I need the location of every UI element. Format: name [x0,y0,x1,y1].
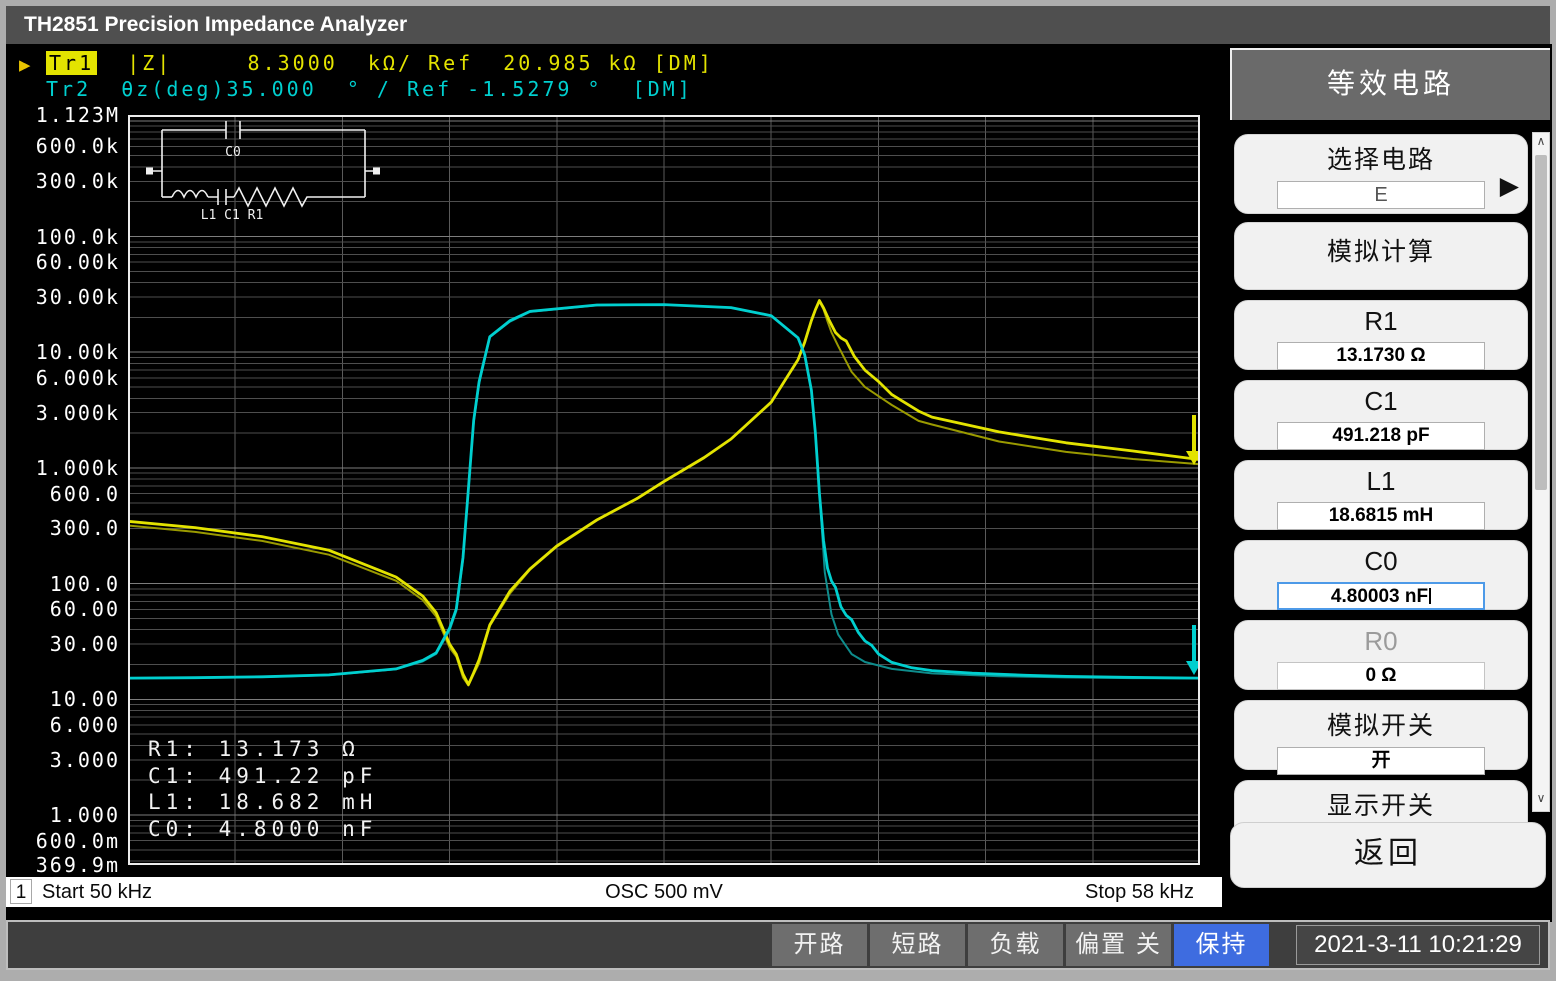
softkey-sidebar: 等效电路 选择电路 E ▶ 模拟计算 R1 13.1730 Ω C1 491.2… [1222,44,1552,922]
fit-result-c0: C0: 4.8000 nF [148,817,378,841]
circuit-terminal-right [373,167,380,175]
open-correction-button[interactable]: 开路 [772,924,867,966]
trace1-values: |Z| 8.3000 kΩ/ Ref 20.985 kΩ [DM] [97,51,714,75]
scrollbar-thumb[interactable] [1535,155,1547,490]
plot-area: C0 L1 C1 R1 R1: 13.173 Ω C1: 491.22 pF L… [128,115,1200,865]
y-axis-tick-label: 100.0 [49,571,120,596]
osc-level-label: OSC 500 mV [605,881,723,903]
circuit-c0-label: C0 [225,145,241,160]
y-axis-tick-label: 100.0k [35,224,120,249]
r0-value-field[interactable]: 0 Ω [1277,662,1485,690]
display-switch-label: 显示开关 [1326,792,1435,820]
y-axis-tick-label: 369.9m [35,853,120,877]
trace2-readout[interactable]: Tr2 θz(deg)35.000 ° / Ref -1.5279 ° [DM] [46,76,693,102]
clock-display: 2021-3-11 10:21:29 [1296,925,1540,965]
submenu-arrow-icon: ▶ [1499,172,1519,200]
l1-button[interactable]: L1 18.6815 mH [1234,460,1528,530]
channel-tab[interactable]: 1 [10,879,32,904]
display-area: ▶ Tr1 |Z| 8.3000 kΩ/ Ref 20.985 kΩ [DM] … [6,44,1222,922]
r0-button[interactable]: R0 0 Ω [1234,620,1528,690]
tr2-ref-arrowhead-icon [1186,661,1200,675]
simulate-switch-value[interactable]: 开 [1277,747,1485,775]
sidebar-scrollbar[interactable]: ∧ ∨ [1532,132,1550,812]
y-axis-tick-label: 6.000 [49,712,120,737]
text-caret [1429,588,1432,604]
c1-label: C1 [1364,386,1398,416]
fit-result-l1: L1: 18.682 mH [148,790,378,814]
y-axis-tick-label: 600.0k [35,134,120,159]
load-correction-button[interactable]: 负载 [968,924,1063,966]
y-axis-tick-label: 1.000 [49,803,120,828]
y-axis-tick-label: 600.0 [49,481,120,506]
circuit-type-value[interactable]: E [1277,181,1485,209]
y-axis-tick-label: 1.123M [35,103,120,127]
sweep-stop-label: Stop 58 kHz [1085,881,1194,903]
short-correction-button[interactable]: 短路 [870,924,965,966]
hold-button[interactable]: 保持 [1174,924,1269,966]
c1-button[interactable]: C1 491.218 pF [1234,380,1528,450]
back-button[interactable]: 返回 [1230,822,1546,888]
sidebar-header: 等效电路 [1230,48,1550,120]
sweep-scale-strip: 1 Start 50 kHz OSC 500 mV Stop 58 kHz [6,877,1222,907]
active-trace-marker-icon: ▶ [19,54,31,76]
fit-result-c1: C1: 491.22 pF [148,764,378,788]
simulate-calc-button[interactable]: 模拟计算 [1234,222,1528,290]
circuit-series-label: L1 C1 R1 [201,208,264,223]
y-axis-tick-label: 600.0m [35,828,120,853]
c0-value-text: 4.80003 nF [1330,586,1429,607]
l1-label: L1 [1366,466,1396,496]
r1-label: R1 [1364,306,1398,336]
bias-toggle-button[interactable]: 偏置 关 [1066,924,1171,966]
c0-label: C0 [1364,546,1398,576]
r0-label: R0 [1364,626,1398,656]
trace1-readout[interactable]: Tr1 |Z| 8.3000 kΩ/ Ref 20.985 kΩ [DM] [46,50,714,76]
l1-value-field[interactable]: 18.6815 mH [1277,502,1485,530]
r1-value-field[interactable]: 13.1730 Ω [1277,342,1485,370]
simulate-calc-label: 模拟计算 [1326,238,1435,266]
scroll-up-icon[interactable]: ∧ [1533,134,1549,148]
y-axis-tick-label: 300.0k [35,169,120,194]
y-axis-tick-label: 60.00 [49,597,120,622]
select-circuit-label: 选择电路 [1326,146,1435,174]
trace-ref-markers [1186,415,1200,675]
status-bar: 开路 短路 负载 偏置 关 保持 2021-3-11 10:21:29 [6,920,1550,970]
trace2-values: Tr2 θz(deg)35.000 ° / Ref -1.5279 ° [DM] [46,77,693,101]
y-axis-tick-label: 10.00 [49,687,120,712]
y-axis-tick-label: 300.0 [49,516,120,541]
c0-button[interactable]: C0 4.80003 nF [1234,540,1528,610]
y-axis-tick-label: 30.00 [49,632,120,657]
window-title-bar: TH2851 Precision Impedance Analyzer [6,6,1550,44]
trace1-badge[interactable]: Tr1 [46,51,98,75]
c0-value-field[interactable]: 4.80003 nF [1277,582,1485,610]
y-axis-tick-label: 6.000k [35,365,120,390]
equivalent-circuit-diagram: C0 L1 C1 R1 [146,121,380,223]
y-axis-tick-label: 3.000 [49,747,120,772]
c1-value-field[interactable]: 491.218 pF [1277,422,1485,450]
circuit-terminal-left [146,167,153,175]
y-axis-tick-label: 30.00k [35,285,120,310]
window-title: TH2851 Precision Impedance Analyzer [24,13,408,36]
y-axis-tick-label: 1.000k [35,455,120,480]
fit-result-r1: R1: 13.173 Ω [148,737,360,761]
simulate-switch-label: 模拟开关 [1326,712,1435,740]
scroll-down-icon[interactable]: ∨ [1533,791,1549,805]
select-circuit-button[interactable]: 选择电路 E ▶ [1234,134,1528,214]
r1-button[interactable]: R1 13.1730 Ω [1234,300,1528,370]
y-axis-tick-label: 60.00k [35,250,120,275]
y-axis-tick-label: 3.000k [35,400,120,425]
simulate-switch-button[interactable]: 模拟开关 开 [1234,700,1528,775]
y-axis-tick-label: 10.00k [35,340,120,365]
